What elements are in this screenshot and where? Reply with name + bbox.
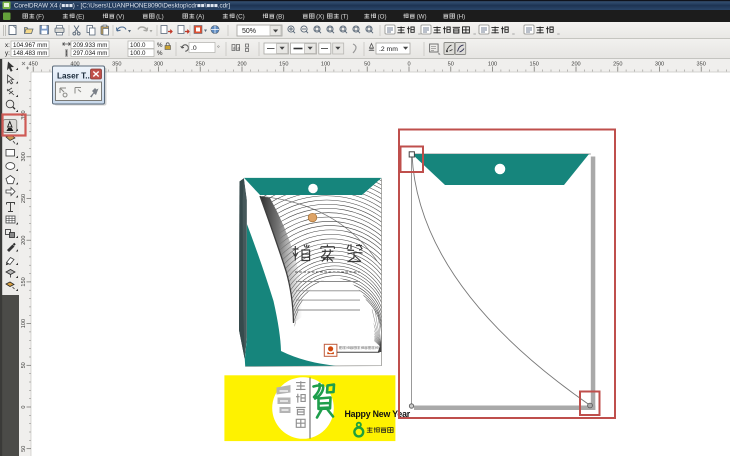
svg-text:%: % <box>157 42 163 49</box>
svg-text:150: 150 <box>530 62 539 68</box>
svg-text:(B): (B) <box>276 14 284 21</box>
svg-text:50%: 50% <box>242 28 256 35</box>
svg-text:50: 50 <box>448 62 454 68</box>
svg-text:450: 450 <box>29 62 38 68</box>
svg-text:300: 300 <box>21 152 27 161</box>
svg-text:297.034 mm: 297.034 mm <box>73 50 107 57</box>
svg-text:.0: .0 <box>191 45 197 52</box>
svg-text:(V): (V) <box>116 14 124 21</box>
svg-text:(X): (X) <box>316 14 324 21</box>
svg-text:300: 300 <box>655 62 664 68</box>
svg-text:(L): (L) <box>156 14 164 21</box>
svg-text:CorelDRAW X4 (■■■) - [C:\Users: CorelDRAW X4 (■■■) - [C:\Users\LUANPHONE… <box>14 2 230 9</box>
svg-text:150: 150 <box>279 62 288 68</box>
svg-text:(O): (O) <box>378 14 387 21</box>
svg-text:250: 250 <box>613 62 622 68</box>
svg-text:(T): (T) <box>341 14 349 21</box>
svg-text:0: 0 <box>407 62 410 68</box>
svg-text:(C): (C) <box>236 14 245 21</box>
svg-text:150: 150 <box>21 277 27 286</box>
svg-text:200: 200 <box>571 62 580 68</box>
svg-text:250: 250 <box>196 62 205 68</box>
svg-text:104.967 mm: 104.967 mm <box>13 42 47 49</box>
svg-text:209.933 mm: 209.933 mm <box>73 42 107 49</box>
svg-text:350: 350 <box>112 62 121 68</box>
svg-text:200: 200 <box>237 62 246 68</box>
svg-text:x:: x: <box>5 42 10 49</box>
svg-text:(W): (W) <box>417 14 427 21</box>
svg-text:100: 100 <box>321 62 330 68</box>
svg-text:100.0: 100.0 <box>130 42 146 49</box>
svg-text:300: 300 <box>154 62 163 68</box>
svg-text:(H): (H) <box>457 14 466 21</box>
svg-text:y:: y: <box>5 50 10 57</box>
svg-text:50: 50 <box>364 62 370 68</box>
svg-text:100.0: 100.0 <box>130 50 146 57</box>
svg-text:Laser T...: Laser T... <box>57 72 92 81</box>
svg-text:50: 50 <box>21 446 27 452</box>
svg-text:%: % <box>157 50 163 57</box>
svg-text:200: 200 <box>21 236 27 245</box>
svg-text:50: 50 <box>21 362 27 368</box>
svg-text:(F): (F) <box>36 14 44 21</box>
svg-text:(E): (E) <box>76 14 84 21</box>
svg-text:250: 250 <box>21 194 27 203</box>
svg-text:148.483 mm: 148.483 mm <box>13 50 47 57</box>
svg-text:(A): (A) <box>196 14 204 21</box>
svg-text:350: 350 <box>697 62 706 68</box>
svg-text:0: 0 <box>21 405 27 408</box>
svg-text:100: 100 <box>488 62 497 68</box>
svg-text:.2 mm: .2 mm <box>379 46 398 53</box>
svg-text:°: ° <box>217 45 220 53</box>
svg-text:100: 100 <box>21 319 27 328</box>
